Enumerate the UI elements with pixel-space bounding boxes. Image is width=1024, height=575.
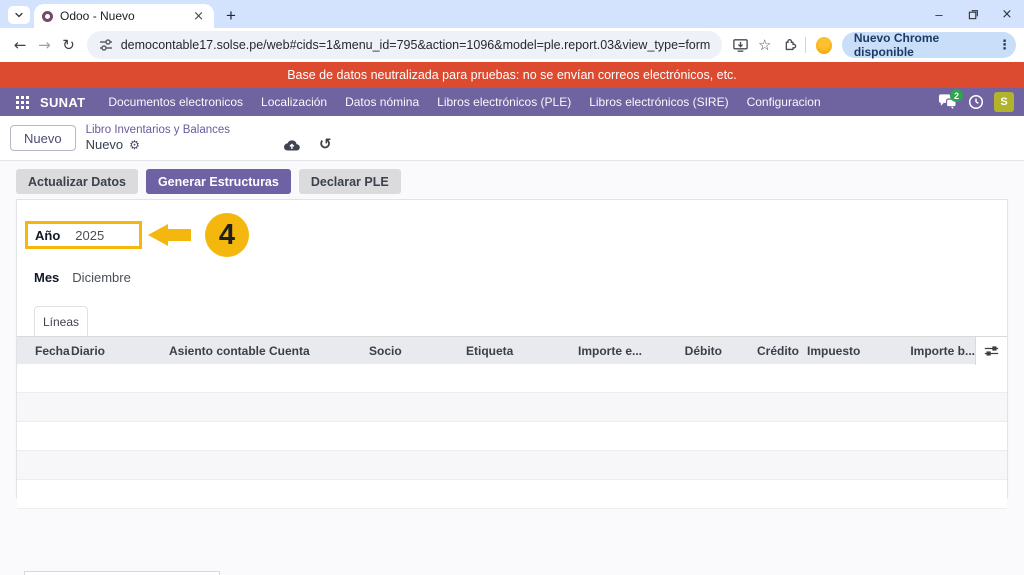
gear-icon[interactable]: ⚙ <box>129 138 140 153</box>
browser-titlebar: Odoo - Nuevo × + – × <box>0 0 1024 28</box>
col-importe-b[interactable]: Importe b... <box>885 344 975 358</box>
declarar-ple-button[interactable]: Declarar PLE <box>298 169 401 194</box>
col-socio[interactable]: Socio <box>369 344 466 358</box>
table-row[interactable] <box>17 451 1007 480</box>
restore-button[interactable] <box>956 0 990 28</box>
back-icon[interactable]: ← <box>8 32 32 58</box>
breadcrumb-parent-link[interactable]: Libro Inventarios y Balances <box>86 123 230 137</box>
navbar-right: 2 S <box>938 89 1014 112</box>
table-row[interactable] <box>17 364 1007 393</box>
year-input[interactable]: 2025 <box>75 228 104 243</box>
discard-undo-icon[interactable]: ↺ <box>319 136 332 152</box>
user-avatar[interactable]: S <box>994 92 1014 112</box>
restore-icon <box>968 9 978 19</box>
odoo-navbar: SUNAT Documentos electronicos Localizaci… <box>0 88 1024 116</box>
menu-configuracion[interactable]: Configuracion <box>738 95 830 109</box>
new-record-button[interactable]: Nuevo <box>10 125 76 151</box>
reload-icon[interactable]: ↻ <box>56 32 80 58</box>
col-asiento-contable[interactable]: Asiento contable <box>169 344 269 358</box>
month-input[interactable]: Diciembre <box>72 270 131 285</box>
breadcrumb-current: Nuevo <box>85 137 124 153</box>
chevron-down-icon <box>15 12 23 18</box>
toolbar-divider <box>805 37 806 53</box>
cloud-save-icon[interactable] <box>282 138 301 152</box>
col-etiqueta[interactable]: Etiqueta <box>466 344 566 358</box>
table-row[interactable] <box>17 480 1007 509</box>
url-text: democontable17.solse.pe/web#cids=1&menu_… <box>120 38 711 52</box>
optional-columns-button[interactable] <box>975 336 1007 365</box>
chrome-update-button[interactable]: Nuevo Chrome disponible ⋮ <box>841 31 1017 59</box>
menu-libros-electronicos-ple[interactable]: Libros electrónicos (PLE) <box>428 95 580 109</box>
neutralized-db-banner: Base de datos neutralizada para pruebas:… <box>0 62 1024 88</box>
col-diario[interactable]: Diario <box>71 344 169 358</box>
control-panel: Nuevo Libro Inventarios y Balances Nuevo… <box>0 116 1024 161</box>
main-content: Actualizar Datos Generar Estructuras Dec… <box>0 161 1024 575</box>
month-label: Mes <box>34 270 60 285</box>
messages-badge: 2 <box>950 89 963 102</box>
app-brand[interactable]: SUNAT <box>40 95 85 110</box>
tab-lineas[interactable]: Líneas <box>34 306 88 336</box>
bookmark-star-icon[interactable]: ☆ <box>753 33 777 57</box>
sliders-icon <box>984 345 999 356</box>
year-label: Año <box>35 227 61 243</box>
table-header: Fecha Diario Asiento contable Cuenta Soc… <box>17 336 1007 365</box>
table-row[interactable] <box>17 393 1007 422</box>
chrome-update-label: Nuevo Chrome disponible <box>853 31 940 59</box>
address-bar[interactable]: democontable17.solse.pe/web#cids=1&menu_… <box>86 31 723 59</box>
table-row[interactable] <box>17 422 1007 451</box>
browser-menu-icon[interactable]: ⋮ <box>998 38 1011 53</box>
col-fecha[interactable]: Fecha <box>17 344 71 358</box>
browser-tab[interactable]: Odoo - Nuevo × <box>34 4 214 28</box>
annotation-step-badge: 4 <box>205 213 249 257</box>
col-debito[interactable]: Débito <box>642 344 722 358</box>
tab-close-icon[interactable]: × <box>191 9 206 24</box>
extensions-puzzle-icon[interactable] <box>777 33 801 57</box>
table-body <box>17 364 1007 509</box>
install-app-icon[interactable] <box>728 33 752 57</box>
site-settings-tune-icon[interactable] <box>99 38 113 52</box>
breadcrumb: Libro Inventarios y Balances Nuevo ⚙ <box>86 123 230 154</box>
actualizar-datos-button[interactable]: Actualizar Datos <box>16 169 138 194</box>
window-controls: – × <box>922 0 1024 28</box>
generar-estructuras-button[interactable]: Generar Estructuras <box>145 169 291 194</box>
partial-footer-box <box>24 571 220 575</box>
col-credito[interactable]: Crédito <box>722 344 799 358</box>
record-save-controls: ↺ <box>282 125 332 152</box>
close-button[interactable]: × <box>990 0 1024 28</box>
messages-icon[interactable]: 2 <box>938 89 963 111</box>
forward-icon[interactable]: → <box>32 32 56 58</box>
browser-toolbar: ← → ↻ democontable17.solse.pe/web#cids=1… <box>0 28 1024 62</box>
year-field-row: Año 2025 4 <box>25 213 1007 257</box>
new-tab-button[interactable]: + <box>226 7 236 25</box>
menu-documentos-electronicos[interactable]: Documentos electronicos <box>99 95 252 109</box>
menu-datos-nomina[interactable]: Datos nómina <box>336 95 428 109</box>
year-field-highlight-box: Año 2025 <box>25 221 142 249</box>
activity-clock-icon[interactable] <box>968 94 984 110</box>
apps-grid-icon[interactable] <box>10 90 34 114</box>
menu-localizacion[interactable]: Localización <box>252 95 336 109</box>
profile-avatar-icon[interactable] <box>815 36 832 54</box>
tab-title: Odoo - Nuevo <box>60 9 135 23</box>
col-cuenta[interactable]: Cuenta <box>269 344 369 358</box>
tab-search-button[interactable] <box>8 6 30 24</box>
menu-libros-electronicos-sire[interactable]: Libros electrónicos (SIRE) <box>580 95 737 109</box>
annotation-arrow-icon <box>148 224 191 246</box>
col-importe-e[interactable]: Importe e... <box>566 344 642 358</box>
form-sheet: Año 2025 4 Mes Diciembre Líneas Fecha Di… <box>16 199 1008 509</box>
minimize-button[interactable]: – <box>922 0 956 28</box>
odoo-favicon-icon <box>42 10 53 22</box>
banner-text: Base de datos neutralizada para pruebas:… <box>287 68 737 82</box>
action-buttons: Actualizar Datos Generar Estructuras Dec… <box>0 161 1024 194</box>
month-field-row: Mes Diciembre <box>34 270 1007 285</box>
col-impuesto[interactable]: Impuesto <box>799 344 879 358</box>
